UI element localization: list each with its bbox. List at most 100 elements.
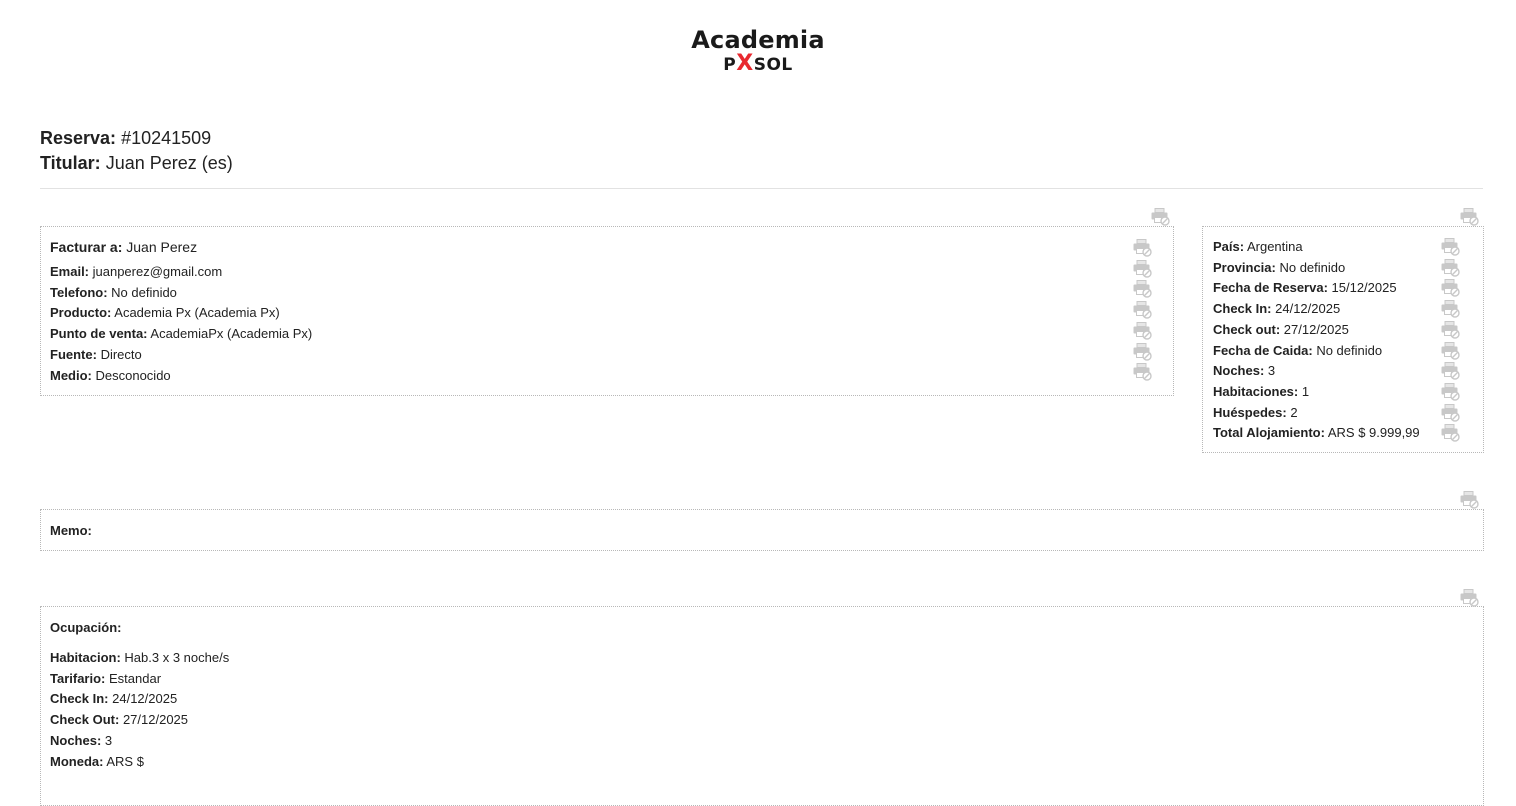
occupation-row: Moneda: ARS $: [50, 752, 229, 773]
occupation-label: Check In:: [50, 691, 109, 707]
details-printer-disabled-icon[interactable]: [1460, 208, 1480, 226]
details-value: No definido: [1275, 259, 1346, 275]
occupation-label: Check Out:: [50, 712, 120, 728]
details-label: Habitaciones:: [1213, 383, 1299, 399]
details-label: Huéspedes:: [1213, 404, 1287, 420]
occupation-row: Check In: 24/12/2025: [50, 689, 229, 710]
billing-row: Medio: Desconocido: [50, 366, 312, 387]
reservation-details-section: País: Argentina Provincia: No definido Fec…: [1202, 226, 1484, 453]
printer-disabled-icon[interactable]: [1441, 300, 1461, 318]
details-row: Provincia: No definido: [1213, 258, 1420, 279]
details-label: Fecha de Caida:: [1213, 342, 1313, 358]
billing-label: Fuente:: [50, 346, 97, 362]
reservation-header: Reserva: #10241509 Titular: Juan Perez (…: [40, 126, 233, 176]
billing-row: Fuente: Directo: [50, 345, 312, 366]
billing-label: Medio:: [50, 367, 92, 383]
details-value: ARS $ 9.999,99: [1324, 425, 1420, 441]
details-label: Fecha de Reserva:: [1213, 280, 1328, 296]
billing-label: Telefono:: [50, 284, 108, 300]
logo-title: Academia: [691, 26, 825, 54]
occupation-row: Check Out: 27/12/2025: [50, 710, 229, 731]
occupation-printer-disabled-icon[interactable]: [1460, 589, 1480, 607]
billing-title: Facturar a: Juan Perez: [50, 239, 198, 255]
details-row: Check out: 27/12/2025: [1213, 320, 1420, 341]
logo-subtitle: PXSOL: [723, 51, 793, 76]
billing-printer-disabled-icon[interactable]: [1151, 208, 1171, 226]
occupation-label: Noches:: [50, 732, 102, 748]
occupation-row: Habitacion: Hab.3 x 3 noche/s: [50, 648, 229, 669]
details-row: País: Argentina: [1213, 237, 1420, 258]
details-row: Fecha de Reserva: 15/12/2025: [1213, 278, 1420, 299]
details-value: Argentina: [1244, 239, 1303, 254]
details-value: 2: [1286, 404, 1298, 420]
billing-value: Directo: [96, 346, 142, 362]
printer-disabled-icon[interactable]: [1133, 259, 1153, 278]
occupation-label: Habitacion:: [50, 650, 121, 665]
billing-value: juanperez@gmail.com: [89, 264, 223, 279]
occupation-label: Moneda:: [50, 753, 104, 769]
details-label: País:: [1213, 239, 1245, 254]
memo-printer-disabled-icon[interactable]: [1460, 491, 1480, 509]
details-label: Provincia:: [1213, 259, 1276, 275]
printer-disabled-icon[interactable]: [1133, 239, 1153, 257]
printer-disabled-icon[interactable]: [1441, 403, 1461, 422]
printer-disabled-icon[interactable]: [1133, 342, 1153, 361]
billing-row: Producto: Academia Px (Academia Px): [50, 303, 312, 324]
details-row: Huéspedes: 2: [1213, 403, 1420, 424]
printer-disabled-icon[interactable]: [1441, 238, 1461, 256]
details-label: Check In:: [1213, 301, 1272, 317]
reservation-number: Reserva: #10241509: [40, 128, 212, 148]
details-value: No definido: [1312, 342, 1383, 358]
printer-disabled-icon[interactable]: [1441, 341, 1461, 360]
printer-disabled-icon[interactable]: [1133, 280, 1153, 299]
details-value: 27/12/2025: [1280, 321, 1349, 337]
billing-row: Email: juanperez@gmail.com: [50, 262, 312, 283]
printer-disabled-icon[interactable]: [1441, 258, 1461, 277]
billing-row: Punto de venta: AcademiaPx (Academia Px): [50, 324, 312, 345]
billing-label: Punto de venta:: [50, 326, 148, 342]
details-label: Check out:: [1213, 321, 1281, 337]
occupation-section: Ocupación: Habitacion: Hab.3 x 3 noche/s…: [40, 606, 1484, 806]
details-label: Noches:: [1213, 363, 1265, 379]
printer-disabled-icon[interactable]: [1133, 301, 1153, 319]
billing-value: Academia Px (Academia Px): [111, 305, 280, 321]
details-value: 24/12/2025: [1271, 301, 1341, 317]
printer-disabled-icon[interactable]: [1441, 424, 1461, 442]
details-value: 15/12/2025: [1327, 280, 1397, 296]
occupation-value: Estandar: [105, 670, 162, 686]
billing-label: Producto:: [50, 305, 112, 321]
billing-value: No definido: [107, 284, 177, 300]
header-divider: [40, 188, 1483, 189]
billing-value: Desconocido: [91, 367, 171, 383]
printer-disabled-icon[interactable]: [1441, 320, 1461, 339]
reservation-holder: Titular: Juan Perez (es): [40, 153, 233, 173]
details-label: Total Alojamiento:: [1213, 425, 1325, 441]
printer-disabled-icon[interactable]: [1441, 362, 1461, 380]
memo-label: Memo:: [50, 523, 92, 538]
details-row: Check In: 24/12/2025: [1213, 299, 1420, 320]
printer-disabled-icon[interactable]: [1441, 382, 1461, 401]
academia-pxsol-logo: Academia PXSOL: [0, 26, 1516, 75]
occupation-row: Tarifario: Estandar: [50, 669, 229, 690]
details-row: Fecha de Caida: No definido: [1213, 341, 1420, 362]
billing-section: Facturar a: Juan Perez Email: juanperez@…: [40, 226, 1174, 396]
printer-disabled-icon[interactable]: [1441, 279, 1461, 298]
occupation-title: Ocupación:: [50, 620, 122, 635]
occupation-value: 27/12/2025: [119, 712, 189, 728]
occupation-row: Noches: 3: [50, 731, 229, 752]
occupation-value: Hab.3 x 3 noche/s: [120, 650, 230, 665]
billing-label: Email:: [50, 264, 90, 279]
memo-section: Memo:: [40, 509, 1484, 551]
billing-row: Telefono: No definido: [50, 283, 312, 304]
details-row: Noches: 3: [1213, 361, 1420, 382]
occupation-value: 3: [101, 732, 113, 748]
occupation-label: Tarifario:: [50, 670, 106, 686]
occupation-value: ARS $: [103, 753, 144, 769]
printer-disabled-icon[interactable]: [1133, 321, 1153, 340]
details-row: Total Alojamiento: ARS $ 9.999,99: [1213, 423, 1420, 444]
occupation-value: 24/12/2025: [108, 691, 178, 707]
details-value: 3: [1264, 363, 1276, 379]
printer-disabled-icon[interactable]: [1133, 363, 1153, 381]
details-value: 1: [1298, 383, 1310, 399]
details-row: Habitaciones: 1: [1213, 382, 1420, 403]
